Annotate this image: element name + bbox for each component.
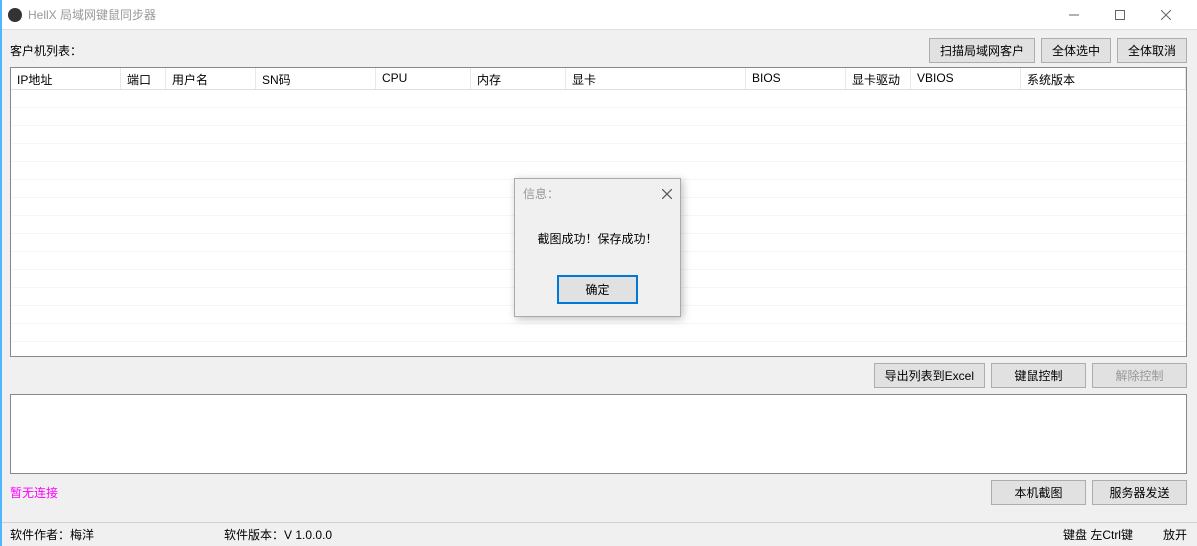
scan-lan-button[interactable]: 扫描局域网客户 — [929, 38, 1035, 63]
kb-value: 左Ctrl键 — [1090, 528, 1133, 542]
top-buttons: 扫描局域网客户 全体选中 全体取消 — [929, 38, 1187, 63]
export-excel-button[interactable]: 导出列表到Excel — [874, 363, 985, 388]
dialog-close-button[interactable] — [662, 186, 672, 202]
th-user[interactable]: 用户名 — [166, 68, 256, 89]
state-seg: 放开 — [1163, 526, 1187, 543]
top-row: 客户机列表： 扫描局域网客户 全体选中 全体取消 — [10, 38, 1187, 63]
kb-label: 键盘 — [1063, 528, 1087, 542]
table-header: IP地址 端口 用户名 SN码 CPU 内存 显卡 BIOS 显卡驱动 VBIO… — [11, 68, 1186, 90]
kb-seg: 键盘 左Ctrl键 — [1063, 526, 1133, 543]
th-gpu[interactable]: 显卡 — [566, 68, 746, 89]
table-row — [11, 324, 1186, 342]
connection-status: 暂无连接 — [10, 484, 58, 501]
th-bios[interactable]: BIOS — [746, 68, 846, 89]
minimize-button[interactable] — [1051, 0, 1097, 30]
table-row — [11, 108, 1186, 126]
table-row — [11, 126, 1186, 144]
bottom-row: 暂无连接 本机截图 服务器发送 — [10, 474, 1187, 511]
release-control-button[interactable]: 解除控制 — [1092, 363, 1187, 388]
th-port[interactable]: 端口 — [121, 68, 166, 89]
version-label: 软件版本： — [224, 528, 284, 542]
window-controls — [1051, 0, 1189, 30]
th-sysver[interactable]: 系统版本 — [1021, 68, 1186, 89]
screenshot-button[interactable]: 本机截图 — [991, 480, 1086, 505]
version-seg: 软件版本：V 1.0.0.0 — [224, 526, 332, 543]
th-sn[interactable]: SN码 — [256, 68, 376, 89]
table-row — [11, 90, 1186, 108]
author-label: 软件作者： — [10, 528, 70, 542]
th-vbios[interactable]: VBIOS — [911, 68, 1021, 89]
status-right: 键盘 左Ctrl键 放开 — [1063, 526, 1187, 543]
close-button[interactable] — [1143, 0, 1189, 30]
th-gpudrv[interactable]: 显卡驱动 — [846, 68, 911, 89]
select-all-button[interactable]: 全体选中 — [1041, 38, 1111, 63]
mid-buttons: 导出列表到Excel 键鼠控制 解除控制 — [10, 357, 1187, 394]
bottom-buttons: 本机截图 服务器发送 — [991, 480, 1187, 505]
version-value: V 1.0.0.0 — [284, 528, 332, 542]
statusbar: 软件作者：梅洋 软件版本：V 1.0.0.0 键盘 左Ctrl键 放开 — [0, 522, 1197, 546]
dialog-titlebar: 信息： — [515, 179, 680, 208]
server-send-button[interactable]: 服务器发送 — [1092, 480, 1187, 505]
dialog-title-text: 信息： — [523, 185, 559, 202]
maximize-button[interactable] — [1097, 0, 1143, 30]
deselect-all-button[interactable]: 全体取消 — [1117, 38, 1187, 63]
log-area[interactable] — [10, 394, 1187, 474]
window-title: HellX 局域网键鼠同步器 — [28, 6, 156, 23]
accent-border — [0, 0, 2, 546]
th-cpu[interactable]: CPU — [376, 68, 471, 89]
km-control-button[interactable]: 键鼠控制 — [991, 363, 1086, 388]
titlebar: HellX 局域网键鼠同步器 — [0, 0, 1197, 30]
th-ip[interactable]: IP地址 — [11, 68, 121, 89]
table-row — [11, 144, 1186, 162]
info-dialog: 信息： 截图成功！保存成功！ 确定 — [514, 178, 681, 317]
dialog-message: 截图成功！保存成功！ — [515, 208, 680, 269]
app-icon — [8, 8, 22, 22]
dialog-footer: 确定 — [515, 269, 680, 316]
th-mem[interactable]: 内存 — [471, 68, 566, 89]
dialog-ok-button[interactable]: 确定 — [557, 275, 637, 304]
author-value: 梅洋 — [70, 528, 94, 542]
client-list-label: 客户机列表： — [10, 42, 82, 59]
author-seg: 软件作者：梅洋 — [10, 526, 94, 543]
